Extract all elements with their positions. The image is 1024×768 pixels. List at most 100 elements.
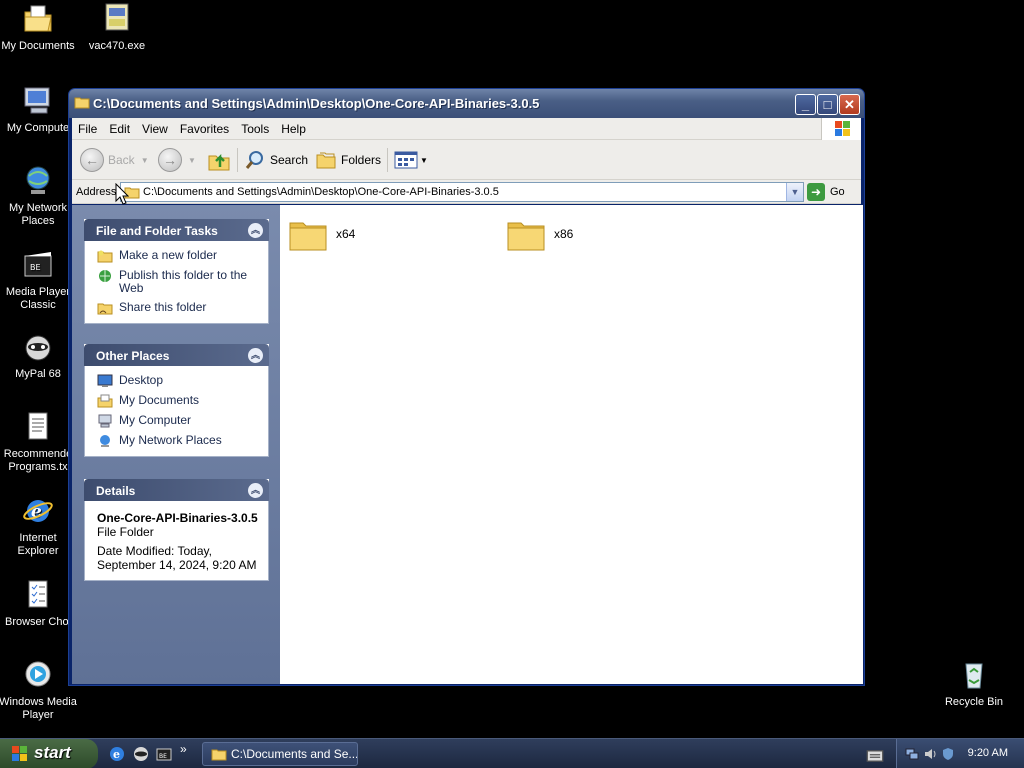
views-icon (394, 151, 418, 169)
desktop-icon-mypal[interactable]: MyPal 68 (0, 330, 78, 381)
chevron-down-icon: ▼ (420, 155, 428, 165)
panel-header[interactable]: Details ︽ (84, 479, 269, 501)
folder-item-x64[interactable]: x64 (288, 215, 355, 253)
maximize-button[interactable]: □ (817, 94, 838, 115)
desktop-icon-label: My Documents (1, 40, 75, 52)
new-folder-icon (97, 250, 113, 263)
folder-name: x86 (554, 227, 574, 241)
make-new-folder-link[interactable]: Make a new folder (97, 249, 258, 263)
minimize-button[interactable]: _ (795, 94, 816, 115)
media-player-classic-icon[interactable]: BE (155, 745, 173, 763)
link-label: My Documents (119, 393, 200, 407)
clock[interactable]: 9:20 AM (968, 747, 1008, 759)
chevron-down-icon: ▼ (140, 155, 149, 165)
details-name: One-Core-API-Binaries-3.0.5 (97, 511, 258, 525)
quick-launch-expand-icon[interactable]: » (180, 742, 198, 760)
views-button[interactable]: ▼ (394, 146, 428, 174)
folder-item-x86[interactable]: x86 (506, 215, 573, 253)
desktop-icon-label: Windows Media Player (0, 696, 77, 721)
desktop-icon-browser-choice[interactable]: Browser Choi (0, 578, 78, 629)
desktop-icon-my-documents[interactable]: My Documents (0, 2, 78, 53)
menu-help[interactable]: Help (275, 118, 312, 136)
desktop-icon (97, 374, 113, 387)
desktop-icon-my-computer[interactable]: My Compute (0, 84, 78, 135)
taskbar-window-label: C:\Documents and Se... (231, 747, 358, 761)
internet-explorer-icon[interactable]: e (108, 745, 126, 763)
link-label: My Computer (119, 413, 192, 427)
browser-choice-icon (28, 580, 48, 608)
publish-folder-link[interactable]: Publish this folder to the Web (97, 269, 258, 295)
menu-file[interactable]: File (72, 118, 103, 136)
keyboard-icon[interactable] (866, 747, 884, 765)
explorer-window: C:\Documents and Settings\Admin\Desktop\… (68, 88, 865, 686)
internet-explorer-icon: e (23, 500, 53, 522)
desktop-icon-label: My Compute (6, 122, 70, 134)
link-label: Desktop (119, 373, 164, 387)
back-button[interactable]: ← Back ▼ (80, 146, 149, 174)
forward-button[interactable]: → ▼ (158, 146, 196, 174)
back-arrow-icon: ← (80, 148, 104, 172)
menu-view[interactable]: View (136, 118, 174, 136)
folders-button[interactable]: Folders (315, 146, 381, 174)
search-button[interactable]: Search (244, 146, 308, 174)
desktop-icon-recommended-programs[interactable]: Recommende Programs.tx (0, 410, 78, 474)
link-label: Publish this folder to the Web (119, 268, 248, 295)
panel-body: One-Core-API-Binaries-3.0.5 File Folder … (84, 501, 269, 581)
desktop-icon-vac470[interactable]: vac470.exe (77, 2, 157, 53)
go-button[interactable]: ➜ Go (807, 183, 845, 201)
network-places-icon (26, 166, 50, 194)
desktop-icon-recycle-bin[interactable]: Recycle Bin (934, 658, 1014, 709)
address-dropdown-button[interactable]: ▼ (786, 183, 803, 201)
desktop-icon-label: MyPal 68 (15, 368, 61, 380)
desktop-icon-network-places[interactable]: My Network Places (0, 164, 78, 228)
link-label: My Network Places (119, 433, 222, 447)
security-icon[interactable] (941, 747, 955, 761)
address-label: Address (76, 186, 117, 198)
up-folder-button[interactable] (206, 146, 232, 174)
details-modified-date: September 14, 2024, 9:20 AM (97, 558, 257, 572)
collapse-chevron-icon[interactable]: ︽ (248, 483, 263, 498)
desktop-icon-windows-media-player[interactable]: Windows Media Player (0, 658, 78, 722)
my-computer-link[interactable]: My Computer (97, 414, 258, 428)
desktop-icon-label: Media Player Classic (5, 286, 71, 311)
panel-header[interactable]: File and Folder Tasks ︽ (84, 219, 269, 241)
close-button[interactable]: ✕ (839, 94, 860, 115)
menu-edit[interactable]: Edit (103, 118, 136, 136)
menu-favorites[interactable]: Favorites (174, 118, 235, 136)
my-network-places-link[interactable]: My Network Places (97, 434, 258, 448)
desktop-icon-media-player-classic[interactable]: BE Media Player Classic (0, 248, 78, 312)
desktop-icon-label: Recycle Bin (944, 696, 1004, 708)
file-folder-tasks-panel: File and Folder Tasks ︽ Make a new folde… (84, 219, 269, 324)
svg-text:BE: BE (30, 263, 41, 272)
start-button[interactable]: start (0, 739, 98, 768)
title-bar[interactable]: C:\Documents and Settings\Admin\Desktop\… (69, 89, 864, 118)
desktop-icon-internet-explorer[interactable]: e Internet Explorer (0, 494, 78, 558)
details-panel: Details ︽ One-Core-API-Binaries-3.0.5 Fi… (84, 479, 269, 581)
panel-header[interactable]: Other Places ︽ (84, 344, 269, 366)
volume-icon[interactable] (923, 747, 937, 761)
desktop-link[interactable]: Desktop (97, 374, 258, 388)
menu-tools[interactable]: Tools (235, 118, 275, 136)
windows-flag-icon (12, 746, 27, 761)
address-field[interactable]: C:\Documents and Settings\Admin\Desktop\… (120, 182, 804, 202)
network-icon[interactable] (905, 747, 919, 761)
chevron-down-icon: ▼ (188, 155, 196, 165)
go-arrow-icon: ➜ (807, 183, 825, 201)
mypal-icon[interactable] (132, 745, 150, 763)
search-label: Search (270, 153, 309, 167)
taskbar-window-button[interactable]: C:\Documents and Se... (202, 742, 358, 766)
windows-media-player-icon (25, 661, 51, 687)
share-folder-link[interactable]: Share this folder (97, 301, 258, 315)
collapse-chevron-icon[interactable]: ︽ (248, 223, 263, 238)
share-folder-icon (97, 303, 113, 315)
window-title: C:\Documents and Settings\Admin\Desktop\… (93, 96, 540, 111)
my-documents-link[interactable]: My Documents (97, 394, 258, 408)
search-icon (245, 151, 263, 169)
windows-flag-icon (835, 121, 850, 136)
chevron-down-icon: ▼ (790, 187, 800, 197)
folders-icon (316, 152, 336, 169)
folder-content-area[interactable]: x64 x86 (280, 205, 863, 684)
collapse-chevron-icon[interactable]: ︽ (248, 348, 263, 363)
svg-text:BE: BE (159, 753, 167, 760)
other-places-panel: Other Places ︽ Desktop My Documents My C… (84, 344, 269, 457)
